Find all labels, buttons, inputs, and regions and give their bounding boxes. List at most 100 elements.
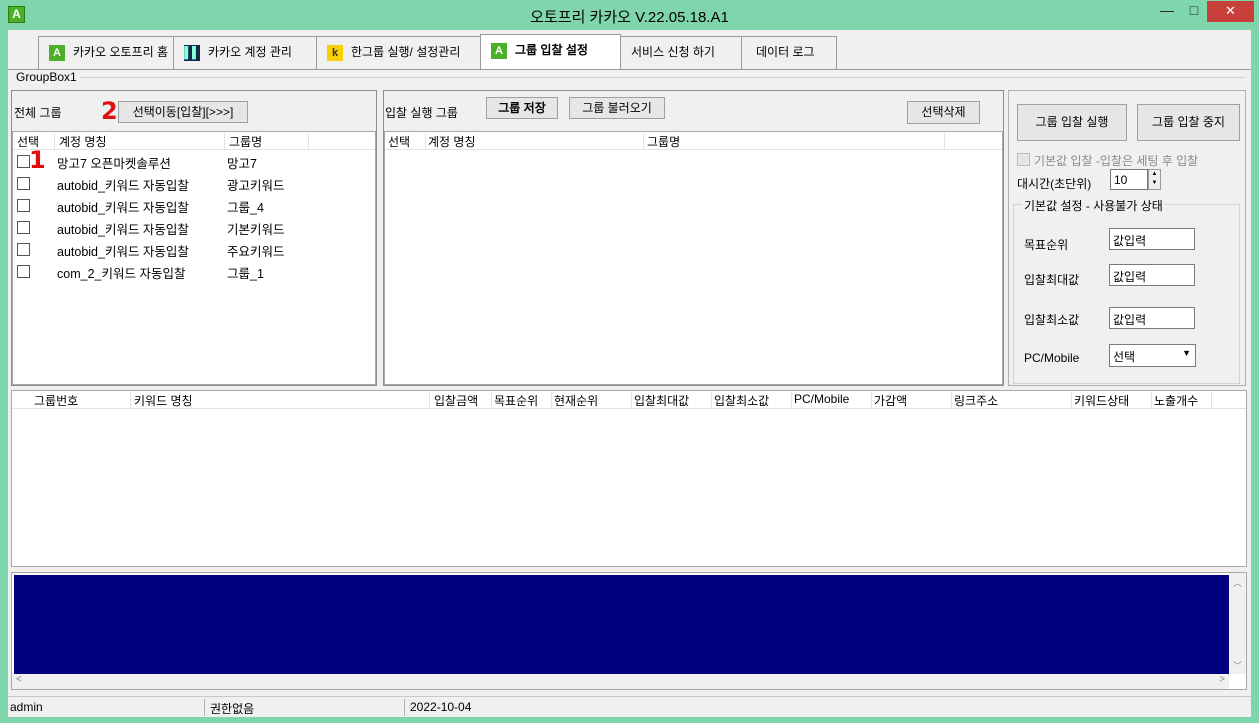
group-name: 주요키워드 [227, 245, 285, 259]
move-selected-button[interactable]: 선택이동[입찰][>>>] [118, 101, 248, 123]
column-target-rank: 목표순위 [494, 392, 552, 408]
default-bid-checkbox[interactable] [1017, 153, 1030, 166]
tab-group-run-settings[interactable]: k 한그룹 실행/ 설정관리 [316, 36, 482, 70]
log-horizontal-scrollbar[interactable]: < > [12, 674, 1229, 689]
column-account-name: 계정 명칭 [59, 133, 225, 149]
column-group-name: 그룹명 [647, 133, 945, 149]
column-current-rank: 현재순위 [554, 392, 632, 408]
wait-time-input[interactable]: 10 [1110, 169, 1148, 190]
list-item[interactable]: autobid_키워드 자동입찰 주요키워드 [13, 238, 375, 260]
tab-account-manage[interactable]: ▌▌ 카카오 계정 관리 [173, 36, 317, 70]
min-bid-input[interactable]: 값입력 [1109, 307, 1195, 329]
row-checkbox[interactable] [17, 221, 30, 234]
all-groups-title: 전체 그룹 [14, 106, 62, 120]
bid-run-groups-list[interactable]: 선택 계정 명칭 그룹명 [384, 131, 1003, 385]
list-item[interactable]: com_2_키워드 자동입찰 그룹_1 [13, 260, 375, 282]
group-name: 그룹_4 [227, 201, 264, 215]
delete-selected-button[interactable]: 선택삭제 [907, 101, 980, 124]
tab-data-log[interactable]: 데이터 로그 [741, 36, 837, 70]
column-platform: PC/Mobile [794, 392, 872, 408]
max-bid-input[interactable]: 값입력 [1109, 264, 1195, 286]
step-marker-2: 2 [101, 97, 118, 125]
scroll-down-icon[interactable]: ﹀ [1229, 659, 1246, 672]
log-output [14, 575, 1229, 674]
column-adjust-amount: 가감액 [874, 392, 952, 408]
list-item[interactable]: 망고7 오픈마켓솔루션 망고7 [13, 150, 375, 172]
defaults-groupbox-title: 기본값 설정 - 사용불가 상태 [1022, 197, 1165, 214]
column-link-url: 링크주소 [954, 392, 1072, 408]
column-select: 선택 [388, 133, 426, 149]
row-checkbox[interactable] [17, 199, 30, 212]
platform-select[interactable]: 선택 ▼ [1109, 344, 1196, 367]
bid-control-panel: 그룹 입찰 실행 그룹 입찰 중지 기본값 입찰 -입찰은 세팅 후 입찰 대시… [1008, 90, 1246, 386]
column-exposure-count: 노출개수 [1154, 392, 1212, 408]
table-header: 그룹번호 키워드 명칭 입찰금액 목표순위 현재순위 입찰최대값 입찰최소값 P… [12, 391, 1246, 409]
target-rank-label: 목표순위 [1024, 238, 1069, 252]
tab-label: 서비스 신청 하기 [631, 45, 715, 59]
tab-kakao-home[interactable]: A 카카오 오토프리 홈 [38, 36, 176, 70]
target-rank-input[interactable]: 값입력 [1109, 228, 1195, 250]
list-item[interactable]: autobid_키워드 자동입찰 그룹_4 [13, 194, 375, 216]
app-logo-icon: A [491, 42, 507, 59]
tab-group-bid-settings[interactable]: A 그룹 입찰 설정 [480, 34, 621, 70]
list-header: 선택 계정 명칭 그룹명 [13, 132, 375, 150]
column-keyword-name: 키워드 명칭 [134, 392, 430, 408]
stop-group-bid-button[interactable]: 그룹 입찰 중지 [1137, 104, 1240, 141]
list-item[interactable]: autobid_키워드 자동입찰 광고키워드 [13, 172, 375, 194]
status-bar: admin 권한없음 2022-10-04 [8, 696, 1251, 717]
column-account-name: 계정 명칭 [428, 133, 644, 149]
column-bid-amount: 입찰금액 [434, 392, 492, 408]
all-groups-list[interactable]: 선택 계정 명칭 그룹명 망고7 오픈마켓솔루션 망고7 autobid_키워드… [12, 131, 376, 385]
minimize-button[interactable]: — [1153, 1, 1181, 22]
tab-label: 카카오 오토프리 홈 [73, 45, 168, 59]
tab-label: 한그룹 실행/ 설정관리 [351, 45, 461, 59]
wait-time-spinner[interactable]: ▲ ▼ [1148, 169, 1161, 190]
row-checkbox[interactable] [17, 265, 30, 278]
account-name: autobid_키워드 자동입찰 [57, 223, 189, 237]
default-bid-checkbox-label: 기본값 입찰 -입찰은 세팅 후 입찰 [1034, 154, 1199, 168]
min-bid-label: 입찰최소값 [1024, 313, 1080, 327]
all-groups-panel: 전체 그룹 선택이동[입찰][>>>] 선택 계정 명칭 그룹명 망고7 오픈마… [11, 90, 377, 386]
kakao-k-icon: k [327, 44, 343, 61]
group-name: 광고키워드 [227, 179, 285, 193]
keyword-table[interactable]: 그룹번호 키워드 명칭 입찰금액 목표순위 현재순위 입찰최대값 입찰최소값 P… [11, 390, 1247, 567]
bid-run-groups-title: 입찰 실행 그룹 [385, 106, 458, 120]
column-keyword-status: 키워드상태 [1074, 392, 1152, 408]
log-vertical-scrollbar[interactable]: ︿ ﹀ [1229, 573, 1246, 674]
group-name: 망고7 [227, 157, 257, 171]
log-area[interactable]: ︿ ﹀ < > [11, 572, 1247, 690]
list-item[interactable]: autobid_키워드 자동입찰 기본키워드 [13, 216, 375, 238]
group-name: 그룹_1 [227, 267, 264, 281]
account-name: autobid_키워드 자동입찰 [57, 245, 189, 259]
maximize-button[interactable]: □ [1181, 1, 1207, 22]
status-permission: 권한없음 [210, 702, 255, 716]
groupbox-border [80, 77, 1245, 78]
wait-time-label: 대시간(초단위) [1017, 177, 1092, 191]
save-group-button[interactable]: 그룹 저장 [486, 97, 558, 119]
window-title: 오토프리 카카오 V.22.05.18.A1 [530, 9, 729, 26]
book-icon: ▌▌ [184, 44, 200, 61]
tab-service-request[interactable]: 서비스 신청 하기 [620, 36, 742, 70]
close-button[interactable]: ✕ [1207, 1, 1254, 22]
row-checkbox[interactable] [17, 177, 30, 190]
row-checkbox[interactable] [17, 243, 30, 256]
scroll-left-icon[interactable]: < [16, 674, 22, 685]
status-user: admin [10, 700, 43, 714]
column-group-number: 그룹번호 [34, 392, 131, 408]
account-name: 망고7 오픈마켓솔루션 [57, 157, 171, 171]
tab-label: 카카오 계정 관리 [208, 45, 292, 59]
chevron-down-icon: ▼ [1182, 348, 1191, 358]
tab-label: 그룹 입찰 설정 [515, 43, 588, 57]
scroll-right-icon[interactable]: > [1219, 674, 1225, 685]
platform-select-value: 선택 [1113, 350, 1136, 364]
tab-label: 데이터 로그 [756, 45, 815, 59]
account-name: com_2_키워드 자동입찰 [57, 267, 186, 281]
scroll-up-icon[interactable]: ︿ [1229, 576, 1246, 589]
column-max-bid: 입찰최대값 [634, 392, 712, 408]
account-name: autobid_키워드 자동입찰 [57, 201, 189, 215]
status-divider [204, 699, 205, 716]
group-name: 기본키워드 [227, 223, 285, 237]
status-divider [404, 699, 405, 716]
load-group-button[interactable]: 그룹 불러오기 [569, 97, 665, 119]
run-group-bid-button[interactable]: 그룹 입찰 실행 [1017, 104, 1127, 141]
